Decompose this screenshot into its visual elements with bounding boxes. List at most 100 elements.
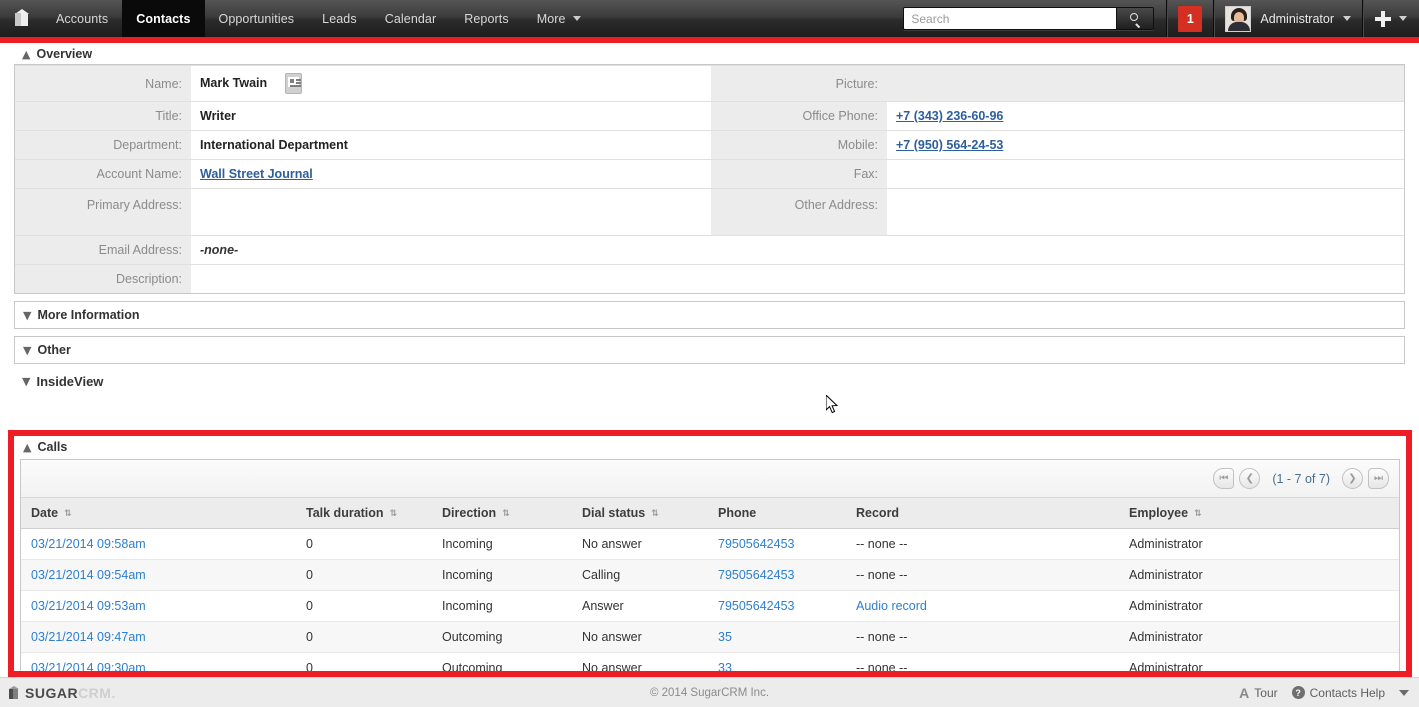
table-row[interactable]: 03/21/2014 09:58am 0 Incoming No answer … [21, 528, 1399, 560]
column-header-date[interactable]: Date ⇅ [21, 498, 296, 529]
sort-arrows-icon: ⇅ [651, 509, 659, 519]
column-header-employee[interactable]: Employee ⇅ [1119, 498, 1399, 529]
page-prev-icon[interactable]: ❮ [1239, 468, 1261, 489]
column-header-phone: Phone [708, 498, 846, 529]
cell-status: No answer [572, 652, 708, 671]
call-date-link[interactable]: 03/21/2014 09:47am [31, 630, 146, 644]
phone-link[interactable]: 79505642453 [718, 537, 794, 551]
cell-phone: 33 [708, 652, 846, 671]
panel-other[interactable]: ▼ Other [14, 336, 1405, 364]
search-button[interactable] [1116, 8, 1154, 29]
table-row[interactable]: 03/21/2014 09:30am 0 Outcoming No answer… [21, 652, 1399, 671]
cell-direction: Outcoming [432, 621, 572, 653]
page-first-icon[interactable]: ⏮ [1213, 468, 1235, 489]
call-date-link[interactable]: 03/21/2014 09:53am [31, 599, 146, 613]
nav-tab-reports[interactable]: Reports [450, 0, 522, 37]
call-date-link[interactable]: 03/21/2014 09:54am [31, 568, 146, 582]
cell-duration: 0 [296, 621, 432, 653]
cell-status: No answer [572, 528, 708, 560]
nav-tab-contacts-label: Contacts [136, 11, 191, 26]
nav-tab-accounts[interactable]: Accounts [42, 0, 122, 37]
cell-date: 03/21/2014 09:54am [21, 559, 296, 591]
calls-table-header-row: Date ⇅ Talk duration ⇅ Direction ⇅ Dial sta… [21, 498, 1399, 529]
chevron-down-icon: ▼ [23, 308, 32, 322]
mobile-phone-link[interactable]: +7 (950) 564-24-53 [896, 138, 1003, 152]
overview-field-table: Name: Mark Twain Picture: Title: Writer [15, 65, 1404, 293]
chevron-down-icon [1399, 16, 1407, 21]
contacts-help-button[interactable]: ? Contacts Help [1291, 686, 1385, 700]
user-name-label: Administrator [1260, 11, 1334, 26]
copyright-text: © 2014 SugarCRM Inc. [649, 686, 770, 699]
department-value: International Department [191, 130, 711, 160]
sugarcrm-cube-logo-icon[interactable] [0, 0, 42, 37]
cell-date: 03/21/2014 09:47am [21, 621, 296, 653]
cell-date: 03/21/2014 09:53am [21, 590, 296, 622]
avatar [1225, 5, 1252, 32]
nav-tab-calendar[interactable]: Calendar [371, 0, 451, 37]
plus-icon [1375, 10, 1391, 27]
panel-more-information[interactable]: ▼ More Information [14, 301, 1405, 329]
nav-tab-opportunities[interactable]: Opportunities [205, 0, 309, 37]
column-header-talk-duration[interactable]: Talk duration ⇅ [296, 498, 432, 529]
phone-link[interactable]: 79505642453 [718, 568, 794, 582]
panel-insideview[interactable]: ▼ InsideView [8, 374, 1405, 389]
fax-label: Fax: [711, 159, 887, 189]
nav-tab-more[interactable]: More [523, 0, 595, 37]
table-row[interactable]: 03/21/2014 09:53am 0 Incoming Answer 795… [21, 590, 1399, 622]
cell-date: 03/21/2014 09:58am [21, 528, 296, 560]
primary-address-label: Primary Address: [15, 188, 191, 236]
calls-panel-header[interactable]: ▲ Calls [14, 436, 1406, 459]
notifications-button[interactable]: 1 [1167, 0, 1213, 37]
cell-employee: Administrator [1119, 559, 1399, 591]
chevron-down-icon [1343, 16, 1351, 21]
office-phone-link[interactable]: +7 (343) 236-60-96 [896, 109, 1003, 123]
cell-direction: Incoming [432, 559, 572, 591]
chevron-down-icon: ▼ [22, 375, 31, 388]
sort-arrows-icon: ⇅ [389, 509, 398, 519]
page-next-icon[interactable]: ❯ [1342, 468, 1363, 489]
account-name-link[interactable]: Wall Street Journal [200, 167, 313, 181]
search-input[interactable] [904, 8, 1117, 29]
phone-link[interactable]: 79505642453 [718, 599, 794, 613]
user-menu[interactable]: Administrator [1214, 0, 1362, 37]
chevron-down-icon: ▼ [23, 343, 32, 357]
audio-record-link[interactable]: Audio record [856, 599, 927, 613]
column-header-dial-status[interactable]: Dial status ⇅ [572, 498, 708, 529]
cell-status: Answer [572, 590, 708, 622]
chevron-down-icon [572, 16, 581, 21]
calls-panel-title: Calls [37, 440, 68, 454]
chevron-up-icon: ▲ [22, 47, 31, 61]
table-row[interactable]: 03/21/2014 09:47am 0 Outcoming No answer… [21, 621, 1399, 653]
quick-create-button[interactable] [1363, 0, 1419, 37]
account-name-label: Account Name: [15, 159, 191, 189]
table-row[interactable]: 03/21/2014 09:54am 0 Incoming Calling 79… [21, 559, 1399, 591]
vcard-icon[interactable] [284, 73, 302, 94]
nav-right-cluster: 1 Administrator [891, 0, 1419, 37]
cell-direction: Incoming [432, 590, 572, 622]
phone-link[interactable]: 35 [718, 630, 732, 644]
tour-button[interactable]: A Tour [1239, 686, 1277, 700]
nav-tab-contacts[interactable]: Contacts [122, 0, 205, 37]
calls-panel: ▲ Calls ⏮ ❮ (1 - 7 of 7) ❯ ⏭ Date ⇅ Talk… [14, 436, 1406, 671]
search-icon [1129, 13, 1141, 29]
question-icon: ? [1291, 686, 1305, 699]
detail-row-department: Department: International Department Mob… [15, 130, 1404, 160]
calls-table: Date ⇅ Talk duration ⇅ Direction ⇅ Dial sta… [21, 498, 1399, 671]
overview-panel-header[interactable]: ▲ Overview [14, 43, 1405, 64]
detail-row-primary-address: Primary Address: Other Address: [15, 188, 1404, 236]
office-phone-value: +7 (343) 236-60-96 [887, 101, 1404, 131]
picture-label: Picture: [711, 65, 887, 102]
call-date-link[interactable]: 03/21/2014 09:30am [31, 661, 146, 671]
overview-panel: Name: Mark Twain Picture: Title: Writer [14, 64, 1405, 294]
chevron-down-icon[interactable] [1399, 689, 1409, 696]
email-none-text: -none- [200, 243, 239, 257]
description-label: Description: [15, 264, 191, 293]
call-date-link[interactable]: 03/21/2014 09:58am [31, 537, 146, 551]
nav-tab-leads[interactable]: Leads [308, 0, 371, 37]
pagination-count-label: (1 - 7 of 7) [1272, 471, 1330, 486]
cell-employee: Administrator [1119, 652, 1399, 671]
page-last-icon[interactable]: ⏭ [1368, 468, 1389, 489]
column-header-direction[interactable]: Direction ⇅ [432, 498, 572, 529]
phone-link[interactable]: 33 [718, 661, 732, 671]
nav-tab-calendar-label: Calendar [384, 11, 437, 26]
